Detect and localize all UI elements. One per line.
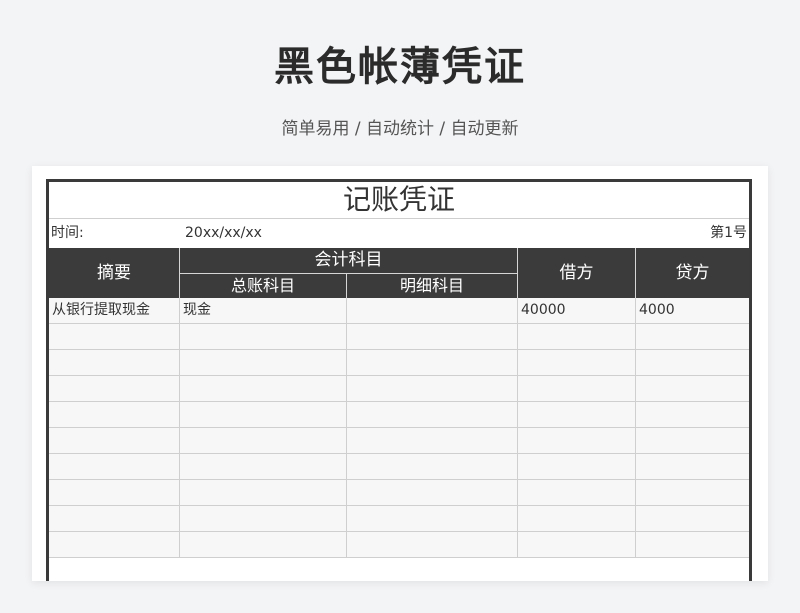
header-account-group: 会计科目 xyxy=(180,248,518,273)
cell-debit[interactable] xyxy=(518,428,636,454)
header-detail-account: 明细科目 xyxy=(347,273,518,298)
cell-general-ledger[interactable] xyxy=(180,532,347,558)
cell-credit[interactable] xyxy=(636,506,749,532)
cell-general-ledger[interactable] xyxy=(180,376,347,402)
cell-debit[interactable] xyxy=(518,402,636,428)
cell-debit[interactable] xyxy=(518,506,636,532)
cell-detail-account[interactable] xyxy=(347,324,518,350)
header-debit: 借方 xyxy=(518,248,636,298)
cell-credit[interactable]: 4000 xyxy=(636,298,749,324)
cell-summary[interactable] xyxy=(49,350,180,376)
page-subtitle: 简单易用 / 自动统计 / 自动更新 xyxy=(281,119,519,139)
header-summary: 摘要 xyxy=(49,248,180,298)
cell-general-ledger[interactable] xyxy=(180,324,347,350)
cell-credit[interactable] xyxy=(636,402,749,428)
cell-detail-account[interactable] xyxy=(347,350,518,376)
cell-general-ledger[interactable] xyxy=(180,506,347,532)
cell-summary[interactable] xyxy=(49,532,180,558)
cell-detail-account[interactable] xyxy=(347,402,518,428)
cell-debit[interactable] xyxy=(518,532,636,558)
cell-credit[interactable] xyxy=(636,350,749,376)
voucher-card: 记账凭证 时间: 20xx/xx/xx 第1号 摘要 会计科目 总账科目 明细科… xyxy=(32,166,768,581)
cell-general-ledger[interactable] xyxy=(180,350,347,376)
cell-summary[interactable] xyxy=(49,506,180,532)
page-title: 黑色帐薄凭证 xyxy=(274,44,526,90)
cell-credit[interactable] xyxy=(636,532,749,558)
cell-detail-account[interactable] xyxy=(347,480,518,506)
cell-credit[interactable] xyxy=(636,454,749,480)
cell-debit[interactable] xyxy=(518,350,636,376)
header-general-ledger: 总账科目 xyxy=(180,273,347,298)
cell-general-ledger[interactable]: 现金 xyxy=(180,298,347,324)
cell-detail-account[interactable] xyxy=(347,298,518,324)
cell-general-ledger[interactable] xyxy=(180,480,347,506)
header-credit: 贷方 xyxy=(636,248,749,298)
voucher-date: 20xx/xx/xx xyxy=(185,225,262,241)
cell-debit[interactable]: 40000 xyxy=(518,298,636,324)
cell-debit[interactable] xyxy=(518,454,636,480)
cell-general-ledger[interactable] xyxy=(180,402,347,428)
cell-summary[interactable] xyxy=(49,324,180,350)
voucher-number: 第1号 xyxy=(710,225,747,241)
cell-detail-account[interactable] xyxy=(347,454,518,480)
cell-debit[interactable] xyxy=(518,480,636,506)
cell-credit[interactable] xyxy=(636,376,749,402)
cell-credit[interactable] xyxy=(636,428,749,454)
cell-summary[interactable] xyxy=(49,376,180,402)
voucher-title: 记账凭证 xyxy=(49,182,749,219)
cell-credit[interactable] xyxy=(636,324,749,350)
cell-general-ledger[interactable] xyxy=(180,454,347,480)
cell-debit[interactable] xyxy=(518,376,636,402)
cell-summary[interactable] xyxy=(49,402,180,428)
cell-summary[interactable] xyxy=(49,480,180,506)
cell-summary[interactable] xyxy=(49,454,180,480)
cell-credit[interactable] xyxy=(636,480,749,506)
voucher-info-row: 时间: 20xx/xx/xx 第1号 xyxy=(49,219,749,247)
voucher-sheet: 记账凭证 时间: 20xx/xx/xx 第1号 摘要 会计科目 总账科目 明细科… xyxy=(46,179,752,581)
cell-detail-account[interactable] xyxy=(347,428,518,454)
cell-detail-account[interactable] xyxy=(347,506,518,532)
cell-summary[interactable] xyxy=(49,428,180,454)
cell-detail-account[interactable] xyxy=(347,532,518,558)
cell-summary[interactable]: 从银行提取现金 xyxy=(49,298,180,324)
cell-detail-account[interactable] xyxy=(347,376,518,402)
time-label: 时间: xyxy=(51,225,84,241)
cell-debit[interactable] xyxy=(518,324,636,350)
cell-general-ledger[interactable] xyxy=(180,428,347,454)
